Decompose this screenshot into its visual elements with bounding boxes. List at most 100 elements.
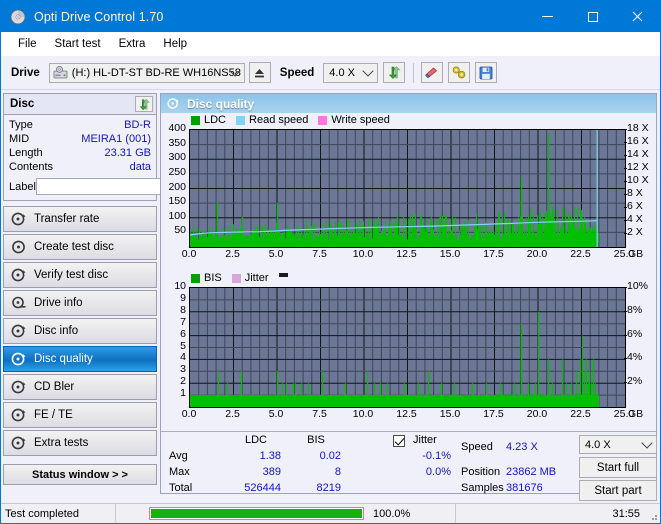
menu-start-test[interactable]: Start test [46,35,110,53]
ldc-y2-tick: 16 X [627,135,649,147]
app-icon [10,9,26,25]
position-value: 23862 MB [506,466,557,478]
sidebar-item-label: FE / TE [34,409,73,421]
test-speed-select[interactable]: 4.0 X [579,435,657,454]
ldc-y2-tick: 2 X [627,226,643,238]
toolbar: Drive (H:) HL-DT-ST BD-RE WH16NS58 TST4 … [1,56,660,90]
maximize-button[interactable] [570,1,615,32]
save-button[interactable] [475,62,498,83]
start-part-button[interactable]: Start part [579,480,657,501]
sidebar-item-extra-tests[interactable]: Extra tests [3,430,157,456]
bis-y-tick: 10 [174,280,186,292]
sidebar-item-label: Create test disc [34,241,114,253]
bis-x-tick: 20.0 [526,408,548,420]
bis-chart-legend: BIS Jitter [161,271,656,285]
ldc-y2-tick: 12 X [627,161,649,173]
maximize-icon [587,11,598,22]
stats-col-ldc: LDC [244,434,267,446]
bis-y2-tick: 10% [627,280,649,292]
sidebar-item-drive-info[interactable]: Drive info [3,290,157,316]
disc-refresh-button[interactable] [135,96,153,112]
stats-avg-jitter: -0.1% [422,450,451,462]
stats-col-bis: BIS [307,434,325,446]
bis-x-tick: 15.0 [439,408,461,420]
start-full-button[interactable]: Start full [579,457,657,478]
disc-bler-icon [11,379,27,395]
ldc-y2-tick: 8 X [627,187,643,199]
eject-button[interactable] [248,62,271,83]
ldc-y-tick: 250 [168,165,186,178]
disc-label-label: Label [9,180,36,193]
legend-swatch-read-speed [236,115,246,125]
ldc-x-tick: 22.5 [570,248,591,260]
bis-y2-tick: 4% [627,351,643,364]
legend-label-write-speed: Write speed [331,114,390,126]
bis-y-tick: 1 [180,387,186,400]
bis-y2-tick: 2% [627,375,643,388]
status-window-button[interactable]: Status window > > [3,464,157,485]
menu-extra[interactable]: Extra [110,35,155,53]
close-button[interactable] [615,1,660,32]
body: Disc Type BD-R MID MEIRA1 (001) Length 2… [1,90,660,501]
tick-mark [624,220,627,221]
bis-plot-area [189,287,626,408]
disc-row-type: Type BD-R [9,118,151,132]
position-label: Position [461,466,501,478]
sidebar-item-transfer-rate[interactable]: Transfer rate [3,206,157,232]
disc-contents-label: Contents [9,161,54,173]
resize-grip[interactable] [648,511,658,521]
bis-y-tick: 5 [180,339,186,352]
minimize-button[interactable] [525,1,570,32]
legend-swatch-bis [191,273,200,283]
disc-length-label: Length [9,147,43,159]
sidebar-item-label: Drive info [34,297,83,309]
sidebar-item-label: Transfer rate [34,213,100,225]
tools-button[interactable] [448,62,471,83]
bis-chart: BIS Jitter 10 9 8 7 6 5 4 3 2 1 10% 8% 6% 4% 2% 0.0 2.… [161,271,656,431]
ldc-y-tick: 50 [174,224,186,237]
speed-select[interactable]: 4.0 X [323,62,379,83]
status-message-cell: Test completed [1,504,116,523]
legend-marker-dark [278,272,288,277]
ldc-x-tick: 20.0 [526,248,548,260]
stats-row-label-max: Max [169,466,190,478]
sidebar-item-disc-quality[interactable]: Disc quality [3,346,157,372]
window-title: Opti Drive Control 1.70 [34,9,164,24]
disc-type-label: Type [9,119,33,131]
refresh-icon [139,98,150,110]
bis-y-tick: 7 [180,315,186,328]
drive-value: (H:) HL-DT-ST BD-RE WH16NS58 TST4 [71,66,244,79]
sidebar-item-disc-info[interactable]: Disc info [3,318,157,344]
legend-label-ldc: LDC [204,114,227,126]
refresh-button[interactable] [383,62,406,83]
menu-help[interactable]: Help [154,35,196,53]
ldc-x-tick: 17.5 [483,248,504,260]
drive-select[interactable]: (H:) HL-DT-ST BD-RE WH16NS58 TST4 [48,62,245,83]
bis-y2-tick: 8% [627,303,643,316]
tick-mark [624,207,627,208]
ldc-y-tick: 100 [168,209,186,222]
sidebar-item-label: Verify test disc [34,269,109,281]
stats-avg-ldc: 1.38 [259,450,281,462]
title-bar: Opti Drive Control 1.70 [1,1,660,32]
disc-mid-label: MID [9,133,30,145]
sidebar: Disc Type BD-R MID MEIRA1 (001) Length 2… [1,90,239,494]
status-message: Test completed [5,507,79,520]
sidebar-item-create-test-disc[interactable]: Create test disc [3,234,157,260]
jitter-checkbox[interactable] [393,435,405,447]
bis-y-tick: 8 [180,303,186,316]
ldc-y-tick: 350 [168,136,186,149]
erase-button[interactable] [421,62,444,83]
disc-mid-value: MEIRA1 (001) [81,133,151,145]
sidebar-item-verify-test-disc[interactable]: Verify test disc [3,262,157,288]
disc-contents-value: data [129,161,151,173]
tick-mark [624,142,627,143]
stats-total-bis: 8219 [316,482,341,494]
sidebar-item-cd-bler[interactable]: CD Bler [3,374,157,400]
bis-y-tick: 2 [180,375,186,388]
tick-mark [624,358,627,360]
test-speed-value: 4.0 X [585,438,611,451]
sidebar-item-fe-te[interactable]: FE / TE [3,402,157,428]
bis-x-tick: 5.0 [268,408,284,420]
menu-file[interactable]: File [9,35,46,53]
